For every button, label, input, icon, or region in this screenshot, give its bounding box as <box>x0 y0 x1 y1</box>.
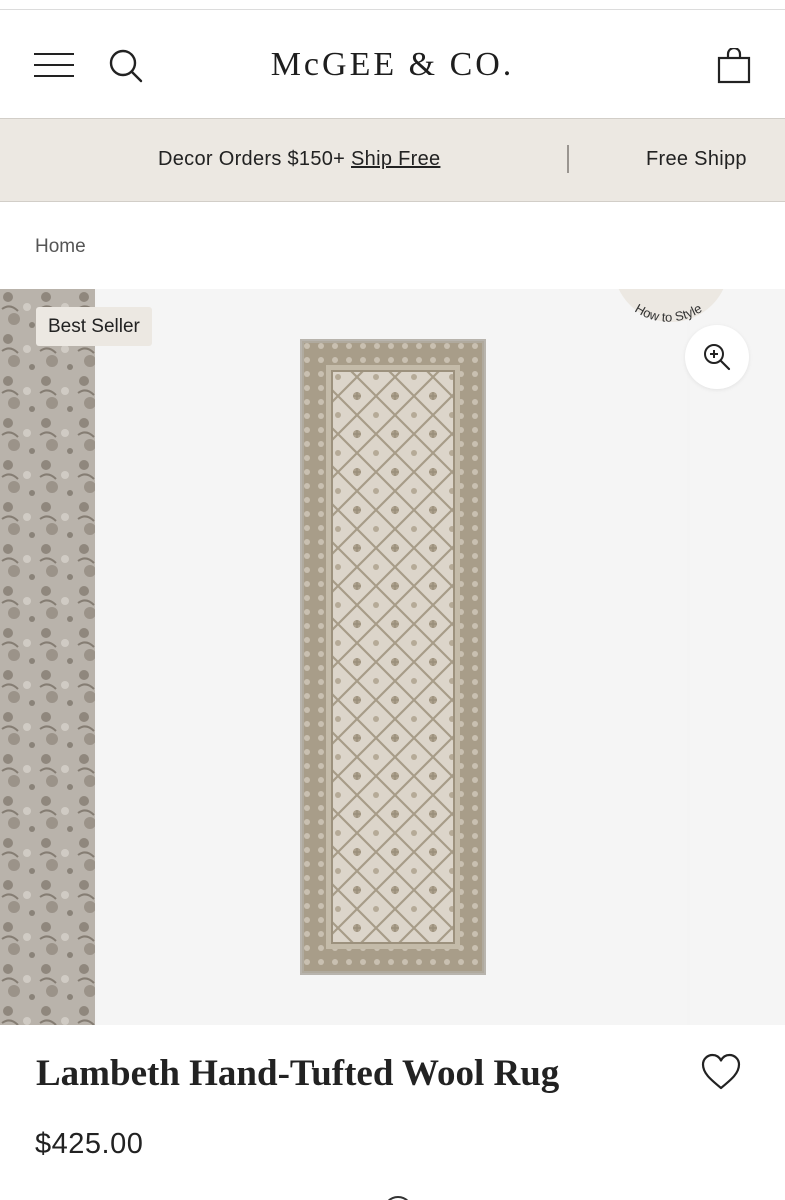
site-header: McGEE & CO. <box>0 10 785 118</box>
promo-divider <box>567 145 569 173</box>
zoom-in-icon <box>704 344 731 371</box>
product-price: $425.00 <box>35 1128 144 1160</box>
promo-message-next: Free Shipp <box>646 148 747 170</box>
previous-slide-image[interactable] <box>0 289 95 1025</box>
next-slide-image[interactable] <box>690 289 785 1025</box>
cart-button[interactable] <box>716 46 752 84</box>
main-product-image[interactable] <box>97 289 687 1025</box>
promo-message-text: Decor Orders $150+ <box>158 148 352 170</box>
partial-swatch[interactable] <box>383 1196 413 1200</box>
product-gallery[interactable]: Best Seller How to Style <box>0 289 785 1025</box>
product-title: Lambeth Hand-Tufted Wool Rug <box>36 1053 560 1094</box>
shopping-bag-icon <box>717 46 751 84</box>
heart-icon <box>701 1053 741 1090</box>
breadcrumb-home[interactable]: Home <box>35 236 86 258</box>
promo-message: Decor Orders $150+ Ship Free <box>158 148 440 171</box>
promo-banner: Decor Orders $150+ Ship Free Free Shipp <box>0 118 785 202</box>
site-logo[interactable]: McGEE & CO. <box>0 46 785 84</box>
ship-free-link[interactable]: Ship Free <box>351 148 440 170</box>
best-seller-badge: Best Seller <box>36 307 152 346</box>
wishlist-button[interactable] <box>700 1052 742 1092</box>
zoom-button[interactable] <box>685 325 749 389</box>
how-to-style-button[interactable]: How to Style <box>612 289 730 329</box>
rug-image <box>300 339 486 975</box>
